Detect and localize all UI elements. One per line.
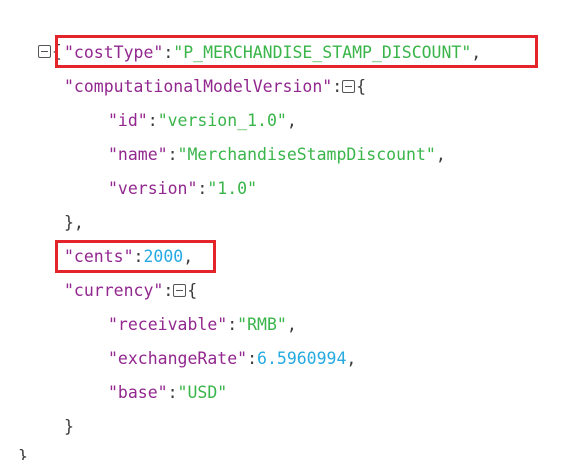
json-key: "cents" bbox=[64, 247, 134, 266]
json-root-line: { bbox=[18, 1, 62, 61]
collapse-toggle-icon[interactable] bbox=[342, 80, 356, 93]
json-line-cents: "cents":2000, bbox=[64, 247, 194, 266]
collapse-toggle-icon[interactable] bbox=[37, 45, 51, 58]
json-key: "base" bbox=[108, 383, 168, 402]
json-line-model-ver: "version":"1.0" bbox=[108, 179, 258, 198]
json-key: "exchangeRate" bbox=[108, 349, 248, 368]
json-value: "RMB" bbox=[237, 315, 287, 334]
json-line-currency: "currency":{ bbox=[64, 281, 198, 300]
json-key: "receivable" bbox=[108, 315, 228, 334]
collapse-toggle-icon[interactable] bbox=[173, 284, 187, 297]
json-value: 6.5960994 bbox=[257, 349, 347, 368]
json-line-model-id: "id":"version_1.0", bbox=[108, 111, 297, 130]
json-line-model-close: }, bbox=[64, 213, 84, 232]
open-brace: { bbox=[51, 42, 62, 61]
json-line-model-version: "computationalModelVersion":{ bbox=[64, 77, 367, 96]
json-key: "costType" bbox=[64, 43, 164, 62]
json-value: "P_MERCHANDISE_STAMP_DISCOUNT" bbox=[173, 43, 472, 62]
json-value: "MerchandiseStampDiscount" bbox=[177, 145, 436, 164]
json-key: "name" bbox=[108, 145, 168, 164]
json-value: "version_1.0" bbox=[157, 111, 287, 130]
json-line-base: "base":"USD" bbox=[108, 383, 228, 402]
json-value: "USD" bbox=[177, 383, 228, 402]
json-line-model-name: "name":"MerchandiseStampDiscount", bbox=[108, 145, 446, 164]
json-line-currency-close: } bbox=[64, 417, 74, 436]
json-line-receivable: "receivable":"RMB", bbox=[108, 315, 297, 334]
json-value: 2000 bbox=[143, 247, 184, 266]
json-key: "id" bbox=[108, 111, 148, 130]
json-line-exchange-rate: "exchangeRate":6.5960994, bbox=[108, 349, 357, 368]
json-line-cost-type: "costType":"P_MERCHANDISE_STAMP_DISCOUNT… bbox=[64, 43, 482, 62]
json-key: "computationalModelVersion" bbox=[64, 77, 333, 96]
json-key: "currency" bbox=[64, 281, 164, 300]
json-key: "version" bbox=[108, 179, 198, 198]
json-line-root-close: } bbox=[18, 447, 28, 460]
json-value: "1.0" bbox=[207, 179, 258, 198]
